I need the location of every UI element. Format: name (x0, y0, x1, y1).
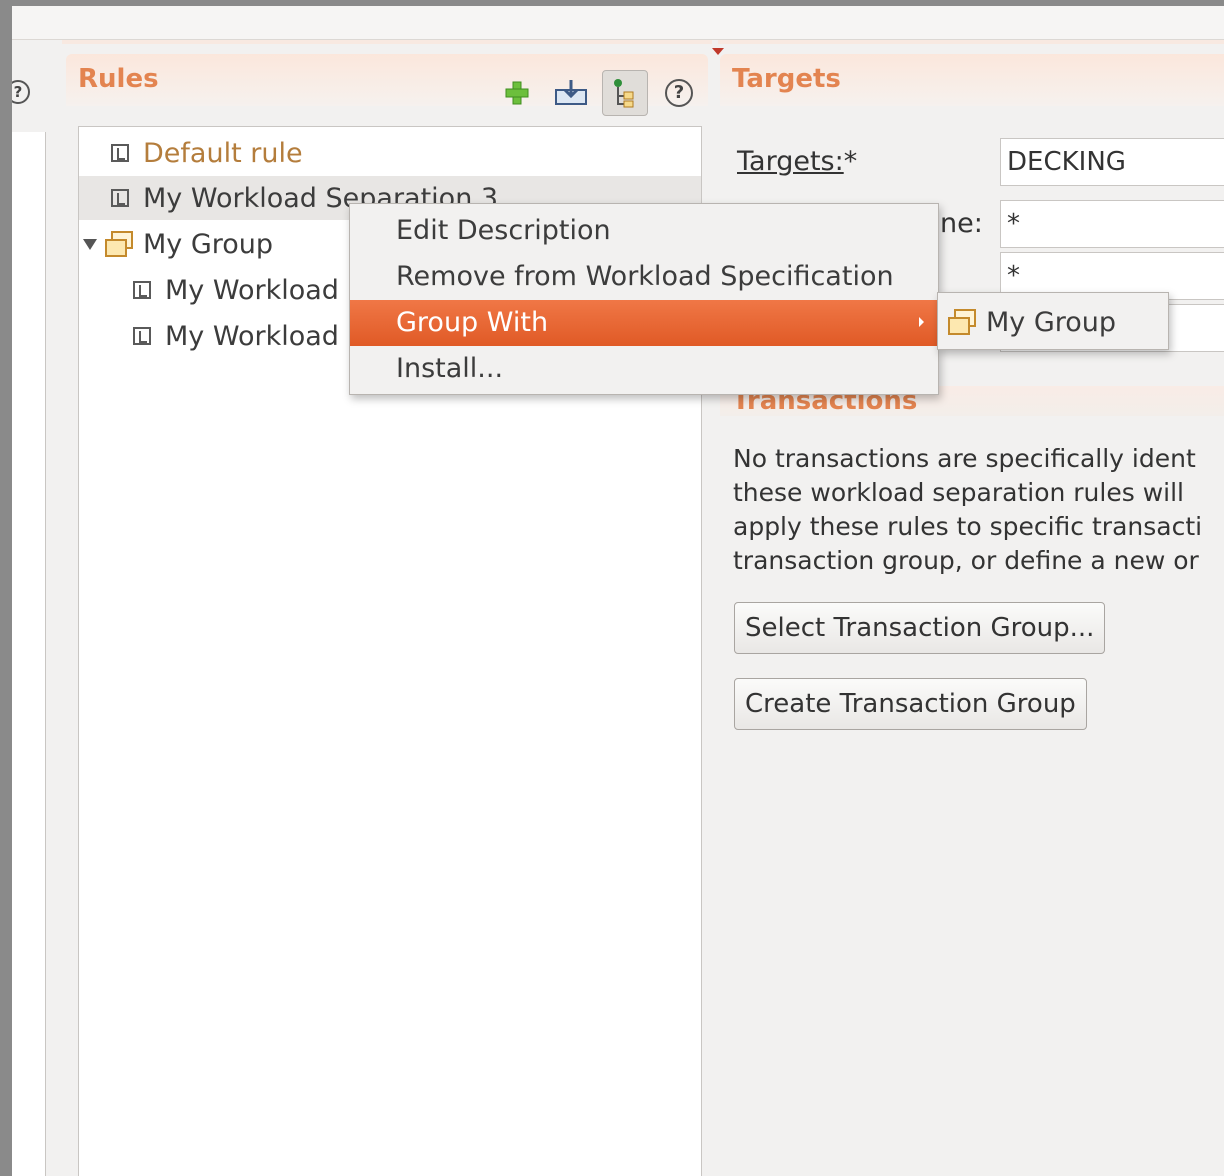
window-top-strip (12, 6, 1224, 40)
name-field-label: ne: (940, 208, 983, 239)
submenu-item-my-group[interactable]: My Group (948, 299, 1116, 345)
left-panel: ? (12, 46, 58, 1176)
sash-marker-icon (712, 48, 724, 55)
rule-icon (133, 327, 151, 345)
group-with-submenu: My Group (937, 292, 1169, 350)
help-icon[interactable]: ? (12, 80, 30, 104)
targets-title: Targets (732, 64, 841, 94)
folder-icon (948, 309, 978, 335)
help-icon: ? (665, 79, 693, 107)
tree-row-default-rule[interactable]: Default rule (79, 131, 701, 175)
select-transaction-group-button[interactable]: Select Transaction Group... (734, 602, 1106, 654)
tree-row-label: My Workload (165, 320, 339, 352)
name-input[interactable] (1000, 200, 1224, 248)
transactions-description: No transactions are specifically ident t… (733, 444, 1203, 575)
submenu-arrow-icon (919, 317, 924, 327)
targets-input[interactable] (1000, 138, 1224, 186)
tree-row-label: Default rule (143, 137, 303, 169)
context-menu: Edit Description Remove from Workload Sp… (349, 203, 939, 395)
rules-header-strip (62, 40, 712, 44)
import-button[interactable] (548, 70, 594, 116)
rules-title: Rules (78, 64, 159, 94)
targets-field-label: Targets:* (737, 146, 858, 177)
add-rule-button[interactable] (494, 70, 540, 116)
targets-header-strip (718, 40, 1224, 44)
rule-icon (133, 281, 151, 299)
create-transaction-group-button[interactable]: Create Transaction Group (734, 678, 1087, 730)
targets-header: Targets (720, 54, 1224, 106)
plus-icon (505, 81, 529, 105)
left-panel-body (12, 132, 46, 1176)
tree-view-icon (614, 79, 634, 108)
rules-toolbar: ? (494, 70, 702, 116)
menu-item-group-with[interactable]: Group With (350, 300, 938, 346)
tree-row-label: My Workload (165, 274, 339, 306)
expand-arrow-icon[interactable] (83, 238, 97, 250)
menu-item-edit-description[interactable]: Edit Description (350, 208, 938, 254)
hierarchy-toggle-button[interactable] (602, 70, 648, 116)
tree-row-label: My Group (143, 228, 274, 260)
menu-item-install[interactable]: Install... (350, 346, 938, 392)
application-frame: ? Rules ? Default rule My Workload Separ… (12, 6, 1224, 1176)
folder-icon (105, 231, 135, 257)
menu-item-remove-from-spec[interactable]: Remove from Workload Specification (350, 254, 938, 300)
help-button[interactable]: ? (656, 70, 702, 116)
rule-icon (111, 189, 129, 207)
rule-icon (111, 144, 129, 162)
import-icon (555, 80, 587, 105)
